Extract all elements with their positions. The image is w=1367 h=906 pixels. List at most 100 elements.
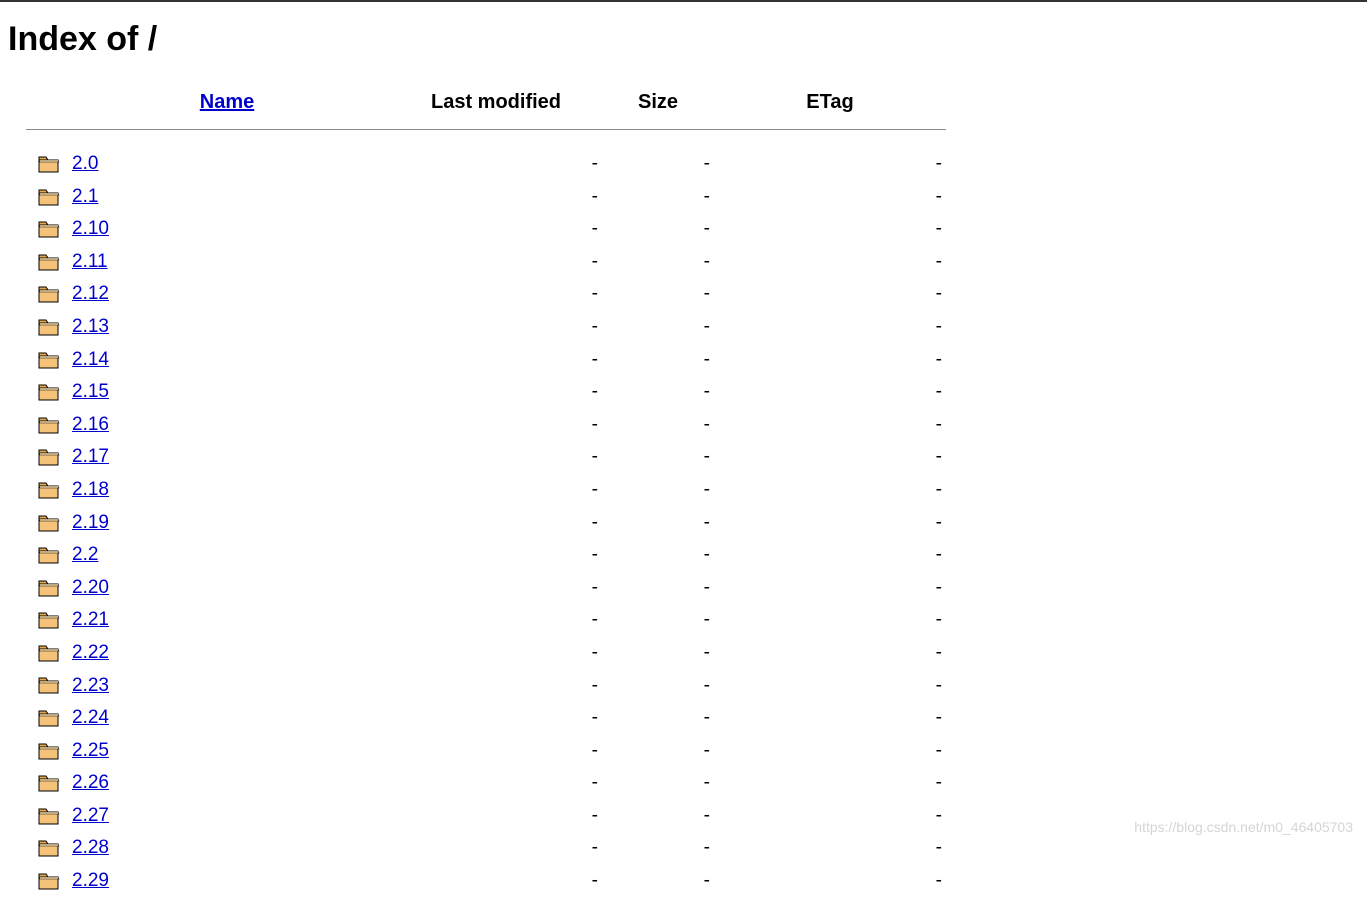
directory-link[interactable]: 2.16 [72,414,109,435]
table-row: 2.19--- [26,507,946,540]
cell-last-modified: - [390,735,602,768]
cell-size: - [602,604,714,637]
directory-link[interactable]: 2.23 [72,675,109,696]
cell-etag: - [714,376,946,409]
cell-etag: - [714,507,946,540]
directory-link[interactable]: 2.13 [72,316,109,337]
directory-link[interactable]: 2.0 [72,153,98,174]
table-row: 2.18--- [26,474,946,507]
directory-link[interactable]: 2.12 [72,283,109,304]
column-header-name: Name [64,87,390,128]
directory-link[interactable]: 2.10 [72,218,109,239]
table-row: 2.21--- [26,604,946,637]
directory-link[interactable]: 2.15 [72,381,109,402]
table-row: 2.28--- [26,832,946,865]
cell-last-modified: - [390,800,602,833]
folder-icon [26,148,64,181]
folder-icon [26,637,64,670]
cell-etag: - [714,181,946,214]
cell-size: - [602,213,714,246]
directory-link[interactable]: 2.28 [72,837,109,858]
cell-size: - [602,735,714,768]
directory-link[interactable]: 2.19 [72,512,109,533]
cell-size: - [602,148,714,181]
cell-etag: - [714,702,946,735]
cell-last-modified: - [390,278,602,311]
folder-icon [26,409,64,442]
cell-etag: - [714,148,946,181]
folder-icon [26,474,64,507]
directory-link[interactable]: 2.1 [72,186,98,207]
cell-last-modified: - [390,604,602,637]
cell-etag: - [714,735,946,768]
cell-etag: - [714,409,946,442]
folder-icon [26,246,64,279]
directory-link[interactable]: 2.14 [72,349,109,370]
sort-by-name-link[interactable]: Name [200,91,254,113]
folder-icon [26,181,64,214]
cell-etag: - [714,572,946,605]
cell-etag: - [714,865,946,898]
directory-link[interactable]: 2.22 [72,642,109,663]
directory-link[interactable]: 2.29 [72,870,109,891]
directory-link[interactable]: 2.17 [72,446,109,467]
table-row: 2.29--- [26,865,946,898]
page-title: Index of / [8,20,1359,59]
watermark: https://blog.csdn.net/m0_46405703 [1134,819,1353,835]
cell-size: - [602,344,714,377]
cell-etag: - [714,539,946,572]
folder-icon [26,604,64,637]
cell-last-modified: - [390,148,602,181]
cell-size: - [602,441,714,474]
folder-icon [26,670,64,703]
directory-link[interactable]: 2.25 [72,740,109,761]
cell-last-modified: - [390,246,602,279]
cell-size: - [602,702,714,735]
table-row: 2.22--- [26,637,946,670]
folder-icon [26,278,64,311]
folder-icon [26,344,64,377]
cell-last-modified: - [390,832,602,865]
folder-icon [26,800,64,833]
table-row: 2.10--- [26,213,946,246]
cell-etag: - [714,767,946,800]
table-row: 2.20--- [26,572,946,605]
cell-last-modified: - [390,311,602,344]
table-row: 2.11--- [26,246,946,279]
directory-link[interactable]: 2.21 [72,609,109,630]
directory-link[interactable]: 2.2 [72,544,98,565]
cell-last-modified: - [390,409,602,442]
table-row: 2.12--- [26,278,946,311]
cell-last-modified: - [390,213,602,246]
table-row: 2.27--- [26,800,946,833]
cell-size: - [602,311,714,344]
table-row: 2.17--- [26,441,946,474]
folder-icon [26,702,64,735]
directory-link[interactable]: 2.24 [72,707,109,728]
cell-etag: - [714,278,946,311]
cell-last-modified: - [390,441,602,474]
cell-size: - [602,181,714,214]
cell-last-modified: - [390,474,602,507]
directory-link[interactable]: 2.27 [72,805,109,826]
folder-icon [26,865,64,898]
cell-size: - [602,832,714,865]
cell-etag: - [714,832,946,865]
directory-link[interactable]: 2.20 [72,577,109,598]
folder-icon [26,376,64,409]
cell-size: - [602,507,714,540]
column-header-etag: ETag [714,87,946,128]
folder-icon [26,441,64,474]
directory-link[interactable]: 2.18 [72,479,109,500]
cell-last-modified: - [390,702,602,735]
header-row: Name Last modified Size ETag [26,87,946,128]
folder-icon [26,539,64,572]
cell-etag: - [714,637,946,670]
directory-link[interactable]: 2.26 [72,772,109,793]
directory-link[interactable]: 2.11 [72,251,108,272]
folder-icon [26,213,64,246]
folder-icon [26,311,64,344]
cell-last-modified: - [390,572,602,605]
cell-etag: - [714,670,946,703]
cell-etag: - [714,311,946,344]
